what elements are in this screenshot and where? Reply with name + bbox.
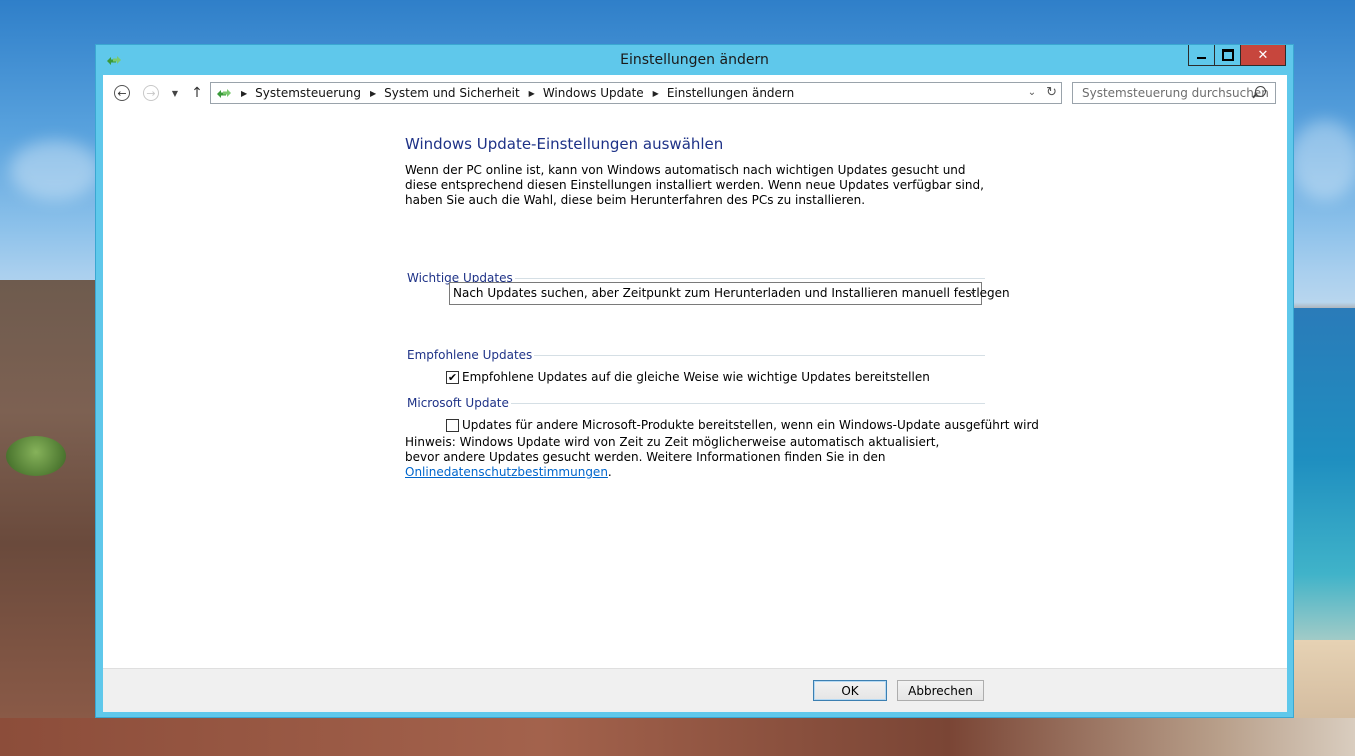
maximize-icon: [1221, 49, 1234, 61]
search-input[interactable]: Systemsteuerung durchsuchen: [1072, 82, 1276, 104]
refresh-icon[interactable]: ↻: [1046, 85, 1057, 100]
breadcrumb-einstellungen-aendern[interactable]: Einstellungen ändern: [667, 86, 794, 100]
rocks: [0, 718, 1355, 756]
privacy-link[interactable]: Onlinedatenschutzbestimmungen: [405, 465, 608, 479]
note-end: .: [607, 465, 612, 479]
dropdown-selected-value: Nach Updates suchen, aber Zeitpunkt zum …: [453, 286, 1010, 300]
checkmark-icon: ✔: [447, 370, 458, 384]
microsoft-update-label[interactable]: Updates für andere Microsoft-Produkte be…: [462, 418, 1039, 432]
group-divider: [519, 355, 985, 356]
group-label-recommended: Empfohlene Updates: [407, 348, 535, 362]
chevron-down-icon: ▼: [171, 88, 179, 98]
group-divider: [501, 278, 985, 279]
forward-arrow-icon: →: [143, 85, 159, 101]
button-bar: OK Abbrechen: [103, 668, 1287, 712]
page-description: Wenn der PC online ist, kann von Windows…: [405, 163, 984, 207]
bush: [6, 436, 66, 476]
search-placeholder: Systemsteuerung durchsuchen: [1082, 86, 1269, 100]
breadcrumb-separator-icon[interactable]: ▶: [529, 89, 535, 98]
breadcrumb-separator-icon[interactable]: ▶: [370, 89, 376, 98]
maximize-button[interactable]: [1214, 45, 1240, 66]
cancel-button[interactable]: Abbrechen: [897, 680, 984, 701]
title-bar[interactable]: Einstellungen ändern ✕: [96, 45, 1293, 75]
back-arrow-icon: ←: [114, 85, 130, 101]
breadcrumb-windows-update[interactable]: Windows Update: [543, 86, 644, 100]
cloud: [10, 140, 100, 200]
search-icon[interactable]: [1255, 86, 1266, 97]
breadcrumb-system-und-sicherheit[interactable]: System und Sicherheit: [384, 86, 520, 100]
privacy-note: Hinweis: Windows Update wird von Zeit zu…: [405, 435, 965, 480]
group-label-microsoft: Microsoft Update: [407, 396, 511, 410]
breadcrumb-separator-icon[interactable]: ▶: [653, 89, 659, 98]
window-client: ← → ▼ ↑ ▶ Systemsteuerung ▶ System und S…: [103, 75, 1287, 712]
address-bar[interactable]: ▶ Systemsteuerung ▶ System und Sicherhei…: [210, 82, 1062, 104]
sea: [1293, 308, 1355, 688]
forward-button[interactable]: →: [141, 83, 161, 103]
chevron-down-icon: ⌄: [968, 286, 977, 297]
recent-locations-button[interactable]: ▼: [165, 83, 185, 103]
breadcrumb-systemsteuerung[interactable]: Systemsteuerung: [255, 86, 361, 100]
navigation-bar: ← → ▼ ↑ ▶ Systemsteuerung ▶ System und S…: [103, 75, 1287, 113]
breadcrumb-separator-icon[interactable]: ▶: [241, 89, 247, 98]
ok-button[interactable]: OK: [813, 680, 887, 701]
caption-buttons: ✕: [1188, 45, 1286, 66]
group-divider: [501, 403, 985, 404]
close-icon: ✕: [1257, 47, 1269, 63]
microsoft-update-option[interactable]: Updates für andere Microsoft-Produkte be…: [446, 418, 1039, 432]
main-content: Windows Update-Einstellungen auswählen W…: [405, 135, 985, 208]
recommended-updates-option[interactable]: ✔ Empfohlene Updates auf die gleiche Wei…: [446, 370, 930, 384]
up-arrow-icon: ↑: [191, 85, 203, 101]
close-button[interactable]: ✕: [1240, 45, 1286, 66]
recommended-updates-label[interactable]: Empfohlene Updates auf die gleiche Weise…: [462, 370, 930, 384]
minimize-button[interactable]: [1188, 45, 1214, 66]
control-panel-icon: [217, 88, 231, 98]
note-text: Hinweis: Windows Update wird von Zeit zu…: [405, 435, 940, 464]
address-tools: ⌄ ↻: [1028, 85, 1057, 100]
important-updates-dropdown[interactable]: Nach Updates suchen, aber Zeitpunkt zum …: [449, 282, 1010, 305]
hillside: [0, 280, 95, 720]
cloud: [1290, 120, 1355, 200]
back-button[interactable]: ←: [112, 83, 132, 103]
minimize-icon: [1197, 57, 1206, 59]
microsoft-update-checkbox[interactable]: [446, 418, 459, 432]
settings-window: Einstellungen ändern ✕ ← → ▼ ↑ ▶ Systems…: [95, 44, 1294, 718]
address-history-chevron-icon[interactable]: ⌄: [1028, 87, 1036, 98]
window-title: Einstellungen ändern: [620, 52, 769, 68]
up-button[interactable]: ↑: [187, 83, 207, 103]
page-title: Windows Update-Einstellungen auswählen: [405, 135, 724, 153]
recommended-updates-checkbox[interactable]: ✔: [446, 370, 459, 384]
